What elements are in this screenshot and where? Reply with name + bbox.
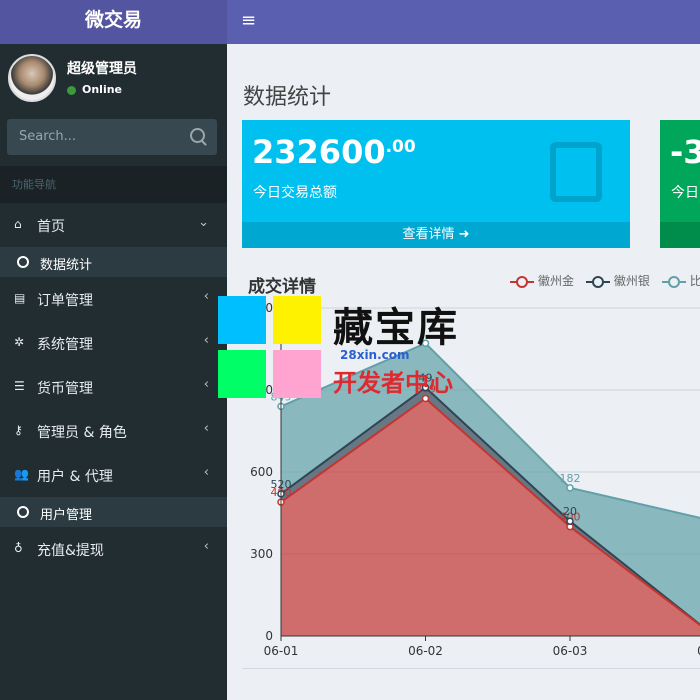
gear-icon: ✲ [14,335,25,349]
sidebar-item-orders[interactable]: ▤ 订单管理 ‹ [0,277,227,321]
app-logo[interactable]: 微交易 [0,0,227,44]
chevron-left-icon: ‹ [203,539,209,554]
stat-total-value: 232600.00 [252,133,416,171]
online-dot-icon [67,85,76,95]
sidebar-item-label: 充值&提现 [37,543,104,559]
sidebar-item-label: 系统管理 [37,337,93,353]
sidebar-subitem-label: 数据统计 [40,258,93,273]
legend-item-gold[interactable]: 徽州金 [510,274,574,288]
chevron-left-icon: ‹ [203,377,209,392]
search-box: Search... [7,119,217,155]
chart-legend[interactable]: 徽州金 徽州银 比 [510,272,700,289]
sidebar-subitem-user-management[interactable]: 用户管理 [0,497,227,527]
sidebar-item-deposit[interactable]: ♁ 充值&提现 ‹ [0,527,227,571]
file-icon: ▤ [14,291,26,305]
data-label: 20 [563,505,577,518]
watermark-title: 藏宝库 [333,305,459,351]
stat-details-link[interactable]: 查看详情 ➜ [242,222,630,248]
list-icon: ☰ [14,379,25,393]
stat-box-secondary: -3 今日 [660,120,700,248]
x-tick-label: 06-02 [408,644,443,658]
stat-box-total: 232600.00 今日交易总额 查看详情 ➜ [242,120,630,248]
legend-item-third[interactable]: 比 [661,274,700,288]
circle-icon [17,256,29,268]
sidebar-item-home[interactable]: ⌂ 首页 ⌄ [0,203,227,247]
watermark: 藏宝库 28xin.com 开发者中心 [218,295,488,405]
y-tick-label: 300 [250,547,273,561]
users-icon: 👥 [14,467,29,481]
chevron-left-icon: ‹ [203,465,209,480]
arrow-circle-right-icon: ➜ [458,227,470,242]
clipboard-check-icon [550,142,602,202]
avatar [8,54,56,102]
sidebar-item-currency[interactable]: ☰ 货币管理 ‹ [0,365,227,409]
legend-item-silver[interactable]: 徽州银 [585,274,650,288]
data-label: 182 [560,472,581,485]
chevron-down-icon: ⌄ [198,215,209,230]
menu-toggle-icon[interactable]: ≡ [241,10,256,31]
watermark-square-yellow [273,296,321,344]
chevron-left-icon: ‹ [203,289,209,304]
page-title: 数据统计 [243,85,332,110]
sidebar-item-users[interactable]: 👥 用户 & 代理 ‹ [0,453,227,497]
x-tick-label: 06-01 [264,644,299,658]
chevron-left-icon: ‹ [203,333,209,348]
x-tick-label: 06-03 [553,644,588,658]
user-status: Online [67,83,122,96]
nav-header: 功能导航 [0,166,227,203]
stat-secondary-link[interactable] [660,222,700,248]
watermark-square-blue [218,296,266,344]
sidebar-item-label: 管理员 & 角色 [37,425,127,441]
watermark-url: 28xin.com [340,348,410,362]
chevron-left-icon: ‹ [203,421,209,436]
sidebar-item-label: 订单管理 [37,293,93,309]
stat-secondary-label: 今日 [671,185,699,201]
watermark-square-green [218,350,266,398]
sidebar-item-system[interactable]: ✲ 系统管理 ‹ [0,321,227,365]
data-point [566,517,574,525]
sidebar-item-label: 首页 [37,219,65,235]
sidebar-item-label: 货币管理 [37,381,93,397]
circle-icon [17,506,29,518]
home-icon: ⌂ [14,217,22,231]
stat-secondary-value: -3 [670,133,700,171]
sidebar-subitem-label: 用户管理 [40,508,93,523]
money-bag-icon: ♁ [14,541,23,555]
watermark-subtitle: 开发者中心 [333,369,453,397]
user-name: 超级管理员 [67,61,137,77]
y-tick-label: 0 [265,629,273,643]
stat-total-label: 今日交易总额 [253,185,337,201]
sidebar-item-admins[interactable]: ⚷ 管理员 & 角色 ‹ [0,409,227,453]
key-icon: ⚷ [14,423,23,437]
search-input[interactable]: Search... [19,129,76,144]
status-text: Online [82,83,123,96]
sidebar-item-label: 用户 & 代理 [37,469,113,485]
sidebar-subitem-stats[interactable]: 数据统计 [0,247,227,277]
top-navbar: ≡ [227,0,700,44]
data-point [566,484,574,492]
search-icon[interactable] [190,128,205,143]
watermark-square-pink [273,350,321,398]
